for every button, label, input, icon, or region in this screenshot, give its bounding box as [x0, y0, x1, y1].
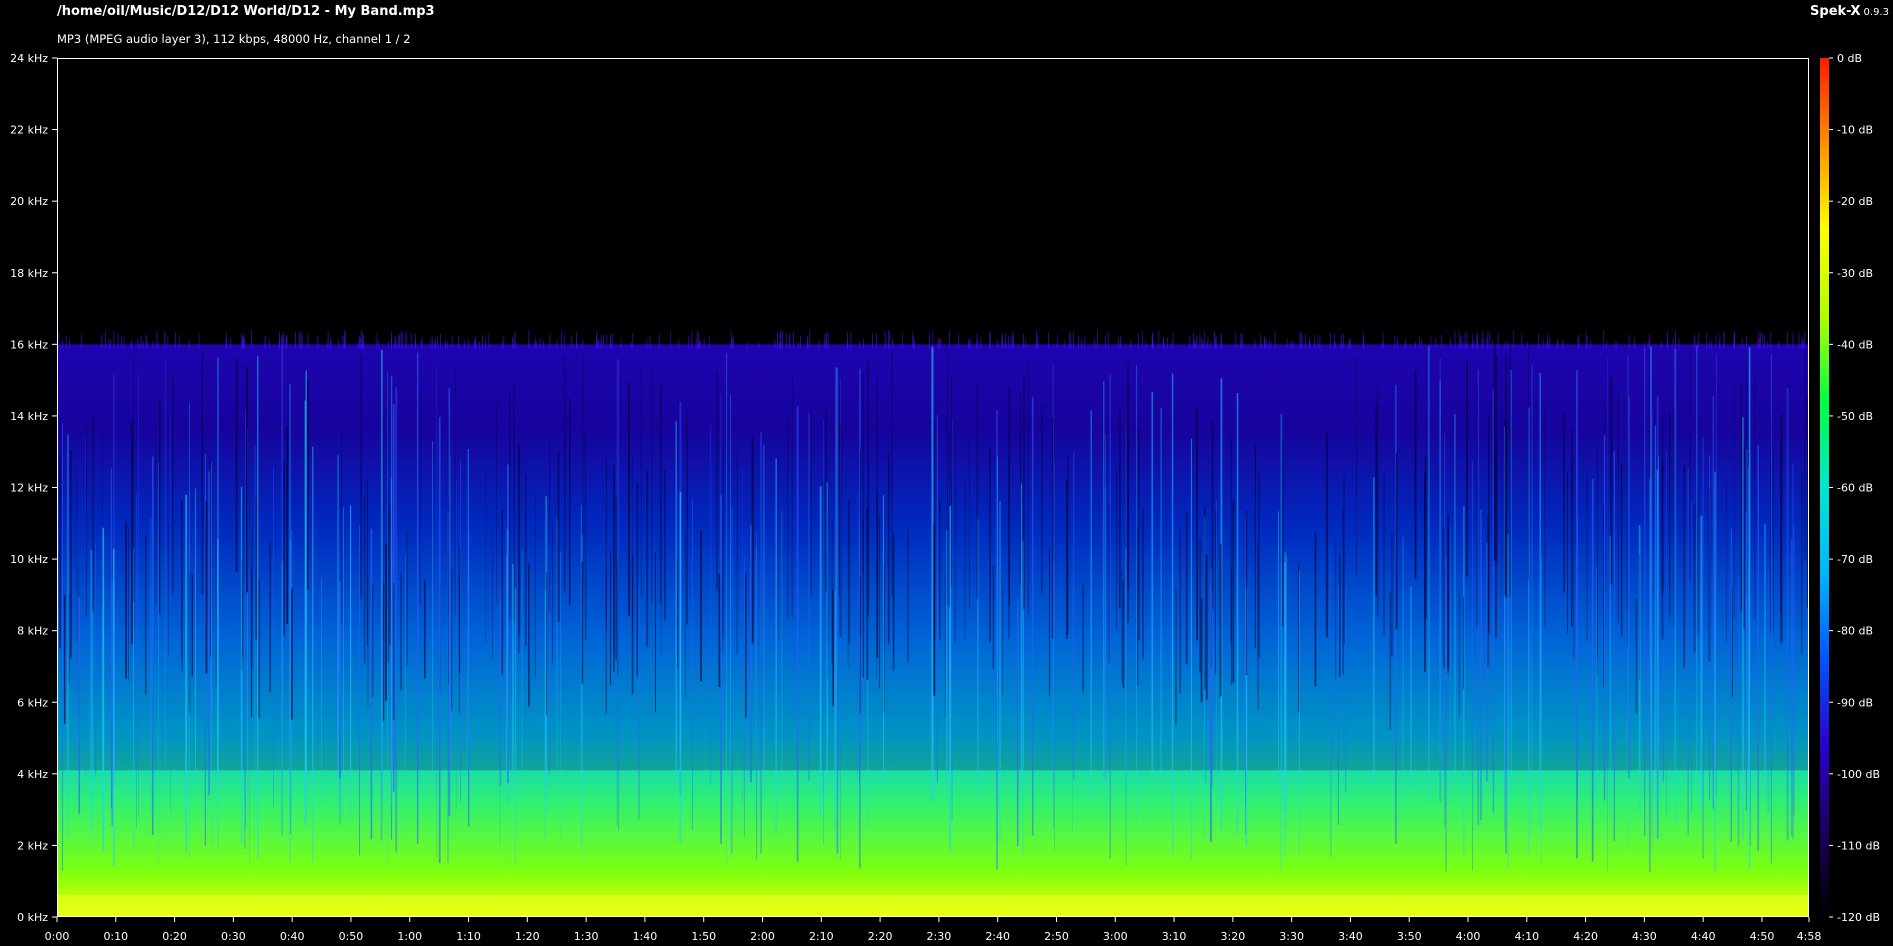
low-frequency-energy	[57, 895, 1809, 917]
db-axis: 0 dB -10 dB -20 dB -30 dB -40 dB -50 dB -60 dB…	[1829, 52, 1880, 924]
db-tick-label: -80 dB	[1837, 625, 1873, 638]
spectrogram-plot	[57, 58, 1810, 917]
time-tick-label: 4:00	[1456, 930, 1481, 943]
time-tick-label: 4:58	[1797, 930, 1822, 943]
time-tick-label: 4:30	[1632, 930, 1657, 943]
spectrogram-chart: 0:00 0:10 0:20 0:30 0:40 0:50 1:00 1:10 1:20 1:30…	[10, 52, 1880, 943]
time-tick-label: 2:00	[750, 930, 775, 943]
frequency-tick-label: 20 kHz	[10, 195, 48, 208]
db-tick-label: -60 dB	[1837, 482, 1873, 495]
frequency-tick-label: 12 kHz	[10, 482, 48, 495]
frequency-tick-label: 0 kHz	[17, 911, 48, 924]
time-tick-label: 4:20	[1573, 930, 1598, 943]
db-tick-label: 0 dB	[1837, 52, 1862, 65]
time-axis: 0:00 0:10 0:20 0:30 0:40 0:50 1:00 1:10 1:20 1:30…	[45, 917, 1822, 943]
time-tick-label: 1:40	[633, 930, 658, 943]
db-tick-label: -40 dB	[1837, 338, 1873, 351]
db-tick-label: -110 dB	[1837, 839, 1880, 852]
db-tick-label: -90 dB	[1837, 696, 1873, 709]
frequency-tick-label: 8 kHz	[17, 625, 48, 638]
frequency-tick-label: 4 kHz	[17, 768, 48, 781]
time-tick-label: 2:50	[1044, 930, 1069, 943]
time-tick-label: 0:10	[103, 930, 128, 943]
db-tick-label: -10 dB	[1837, 124, 1873, 137]
time-tick-label: 0:30	[221, 930, 246, 943]
stream-info: MP3 (MPEG audio layer 3), 112 kbps, 4800…	[57, 32, 411, 46]
frequency-tick-label: 6 kHz	[17, 696, 48, 709]
time-tick-label: 1:10	[456, 930, 481, 943]
frequency-tick-label: 2 kHz	[17, 839, 48, 852]
time-tick-label: 0:20	[162, 930, 187, 943]
time-tick-label: 2:10	[809, 930, 834, 943]
db-color-scale-bar	[1820, 58, 1829, 917]
time-tick-label: 1:20	[515, 930, 540, 943]
time-tick-label: 2:30	[927, 930, 952, 943]
time-tick-label: 3:40	[1338, 930, 1363, 943]
time-tick-label: 1:30	[574, 930, 599, 943]
frequency-tick-label: 10 kHz	[10, 553, 48, 566]
db-tick-label: -70 dB	[1837, 553, 1873, 566]
time-tick-label: 4:10	[1514, 930, 1539, 943]
app-name: Spek-X 0.9.3	[1810, 4, 1889, 19]
time-tick-label: 2:20	[868, 930, 893, 943]
frequency-tick-label: 24 kHz	[10, 52, 48, 65]
frequency-tick-label: 18 kHz	[10, 267, 48, 280]
time-tick-label: 3:20	[1220, 930, 1245, 943]
time-tick-label: 1:00	[397, 930, 422, 943]
db-tick-label: -20 dB	[1837, 195, 1873, 208]
db-tick-label: -50 dB	[1837, 410, 1873, 423]
time-tick-label: 3:30	[1279, 930, 1304, 943]
time-tick-label: 3:10	[1162, 930, 1187, 943]
db-tick-label: -120 dB	[1837, 911, 1880, 924]
time-tick-label: 4:50	[1750, 930, 1775, 943]
frequency-tick-label: 16 kHz	[10, 338, 48, 351]
time-tick-label: 2:40	[985, 930, 1010, 943]
time-tick-label: 0:00	[45, 930, 70, 943]
time-tick-label: 3:00	[1103, 930, 1128, 943]
db-tick-label: -30 dB	[1837, 267, 1873, 280]
time-tick-label: 1:50	[691, 930, 716, 943]
app-version: 0.9.3	[1863, 7, 1889, 18]
file-path-title: /home/oil/Music/D12/D12 World/D12 - My B…	[57, 4, 435, 19]
frequency-tick-label: 14 kHz	[10, 410, 48, 423]
app-name-label: Spek-X	[1810, 4, 1861, 19]
time-tick-label: 0:50	[339, 930, 364, 943]
time-tick-label: 0:40	[280, 930, 305, 943]
frequency-tick-label: 22 kHz	[10, 124, 48, 137]
db-tick-label: -100 dB	[1837, 768, 1880, 781]
time-tick-label: 4:40	[1691, 930, 1716, 943]
time-tick-label: 3:50	[1397, 930, 1422, 943]
frequency-axis: 0 kHz 2 kHz 4 kHz 6 kHz 8 kHz 10 kHz 12 kHz 14 …	[10, 52, 57, 924]
